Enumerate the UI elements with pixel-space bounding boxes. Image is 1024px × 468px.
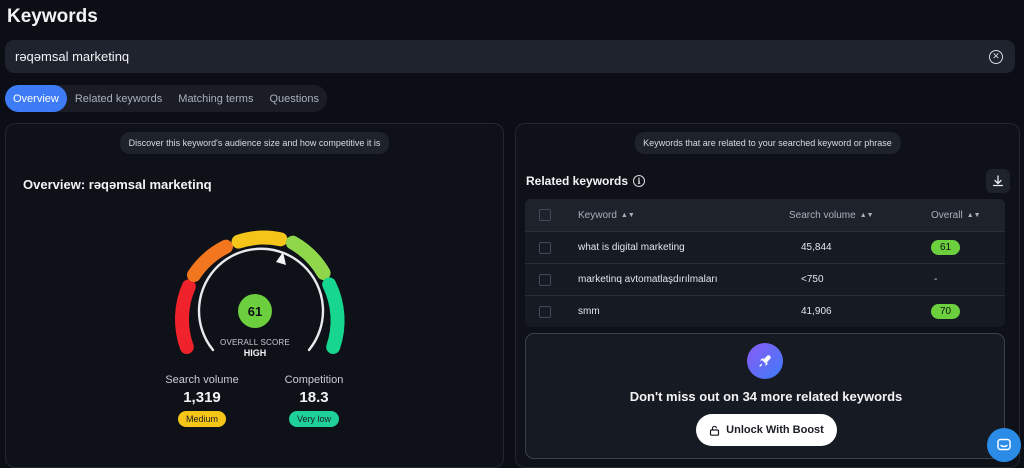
row-overall-score: - [934,274,938,285]
boost-card: Don't miss out on 34 more related keywor… [525,333,1005,459]
boost-message: Don't miss out on 34 more related keywor… [629,389,903,404]
overview-note: Discover this keyword's audience size an… [119,132,390,154]
related-keywords-title: Related keywords i [526,174,646,188]
related-note: Keywords that are related to your search… [634,132,901,154]
info-icon[interactable]: i [633,175,646,187]
related-keywords-title-text: Related keywords [526,174,629,188]
unlock-button-label: Unlock With Boost [726,424,824,436]
competition-metric: Competition 18.3 Very low [264,374,364,427]
row-checkbox[interactable] [539,305,551,318]
overall-score: 61 [238,294,272,328]
row-keyword: what is digital marketing [578,242,685,253]
tab-questions[interactable]: Questions [261,85,327,112]
lock-icon [710,425,720,436]
search-volume-metric: Search volume 1,319 Medium [152,374,252,427]
tab-overview[interactable]: Overview [5,85,67,112]
chat-icon [997,438,1011,451]
table-row[interactable]: smm 41,906 70 [525,295,1005,327]
sort-icon: ▲▼ [859,211,874,219]
row-keyword: marketinq avtomatlaşdırılmaları [578,274,718,285]
overview-title: Overview: rəqəmsal marketinq [23,177,212,192]
tab-bar: Overview Related keywords Matching terms… [5,85,328,112]
tab-related-keywords[interactable]: Related keywords [67,85,170,112]
row-volume: 41,906 [801,306,832,317]
sort-icon: ▲▼ [966,211,981,219]
gauge-segment-lightgreen [285,235,331,280]
unlock-with-boost-button[interactable]: Unlock With Boost [696,414,837,446]
sort-icon: ▲▼ [620,211,635,219]
gauge-segment-green [322,277,345,354]
search-input[interactable] [15,49,989,64]
row-checkbox[interactable] [539,273,551,286]
overview-panel: Discover this keyword's audience size an… [5,123,504,468]
gauge-segment-yellow [231,230,288,249]
row-overall-score: 61 [931,240,961,255]
overall-column-header[interactable]: Overall ▲▼ [922,210,1002,221]
download-icon [992,175,1004,187]
related-keywords-panel: Keywords that are related to your search… [515,123,1020,468]
related-keywords-table: Keyword ▲▼ Search volume ▲▼ Overall ▲▼ what… [525,199,1005,327]
competition-label: Competition [284,374,344,386]
search-volume-badge: Medium [177,411,226,427]
gauge-segment-red [174,279,196,354]
page-title: Keywords [7,6,98,27]
row-volume: <750 [801,274,824,285]
rocket-icon [747,343,783,379]
tab-matching-terms[interactable]: Matching terms [170,85,261,112]
select-all-checkbox[interactable] [539,209,551,221]
clear-search-icon[interactable]: ✕ [989,49,1003,64]
competition-value: 18.3 [299,389,329,406]
keyword-column-header[interactable]: Keyword ▲▼ [565,210,787,221]
download-button[interactable] [986,169,1010,193]
row-overall-score: 70 [931,304,961,319]
row-checkbox[interactable] [539,241,551,254]
competition-badge: Very low [288,411,339,427]
table-header: Keyword ▲▼ Search volume ▲▼ Overall ▲▼ [525,199,1005,231]
row-keyword: smm [578,306,600,317]
overall-score-label: OVERALL SCORE [220,338,290,347]
chat-support-button[interactable] [987,428,1021,462]
overall-score-level: HIGH [243,348,267,358]
search-bar: ✕ [5,40,1015,73]
table-row[interactable]: what is digital marketing 45,844 61 [525,231,1005,263]
search-volume-label: Search volume [165,374,239,386]
volume-column-header[interactable]: Search volume ▲▼ [787,210,922,221]
row-volume: 45,844 [801,242,832,253]
search-volume-value: 1,319 [183,389,221,406]
gauge-segment-orange [187,239,233,282]
table-row[interactable]: marketinq avtomatlaşdırılmaları <750 - [525,263,1005,295]
